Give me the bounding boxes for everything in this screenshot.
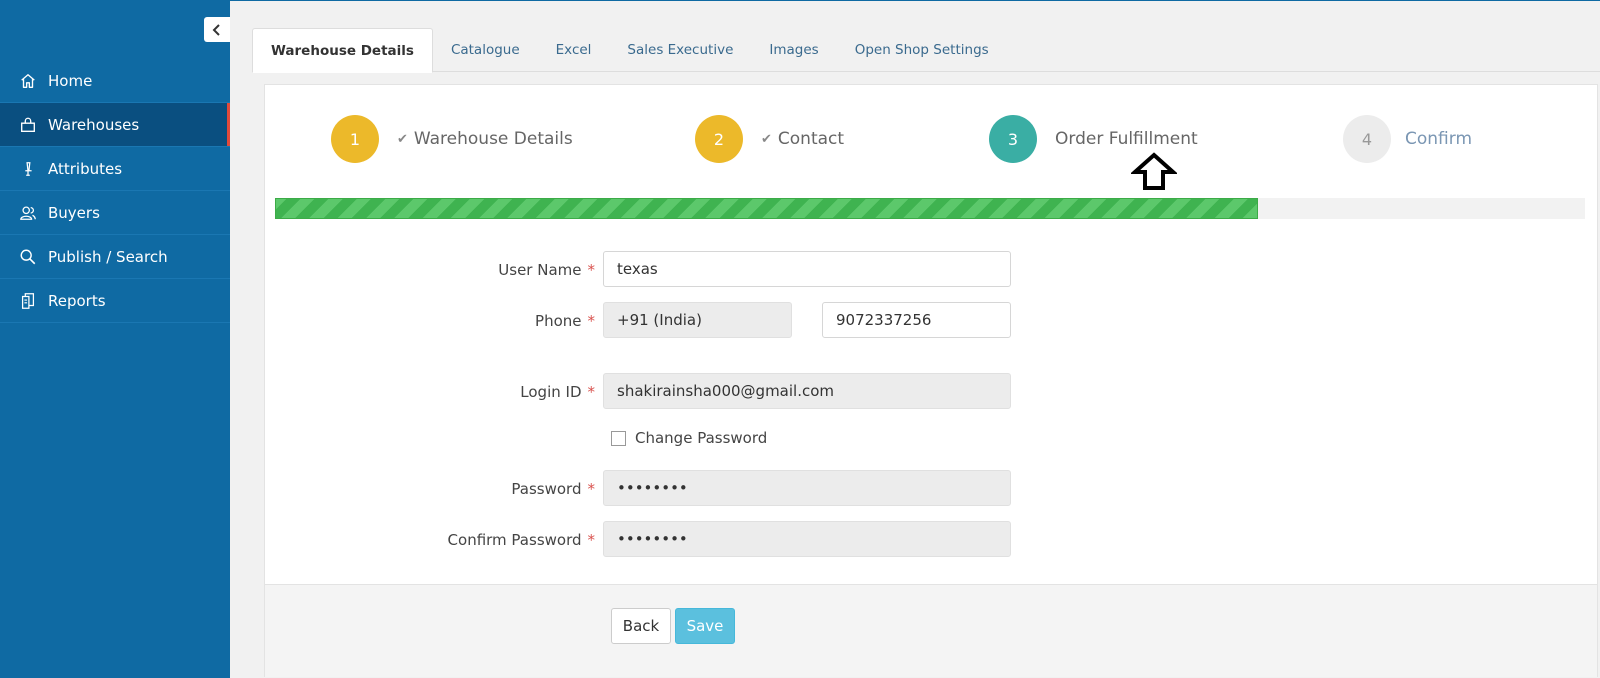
change-password-checkbox[interactable] <box>611 430 626 446</box>
sidebar-collapse-button[interactable] <box>204 17 230 42</box>
sidebar-item-attributes[interactable]: Attributes <box>0 147 230 191</box>
progress-fill <box>275 198 1258 219</box>
search-icon <box>18 247 38 267</box>
sidebar-item-reports[interactable]: Reports <box>0 279 230 323</box>
tab-sales-executive[interactable]: Sales Executive <box>609 28 751 72</box>
tab-excel[interactable]: Excel <box>538 28 610 72</box>
sidebar-item-label: Warehouses <box>48 115 140 134</box>
sidebar-item-label: Home <box>48 71 93 90</box>
chevron-left-icon <box>212 23 220 36</box>
change-password-label: Change Password <box>635 429 768 447</box>
wizard-panel: 1 ✔ Warehouse Details 2 ✔ Contact 3 Order … <box>264 84 1598 677</box>
home-icon <box>18 71 38 91</box>
wizard-progress-bar <box>275 198 1585 219</box>
password-field[interactable]: •••••••• <box>603 470 1011 506</box>
up-arrow-icon <box>1131 152 1177 190</box>
sidebar-item-label: Reports <box>48 291 106 310</box>
step-number: 3 <box>989 115 1037 163</box>
save-button[interactable]: Save <box>675 608 735 644</box>
login-id-label: Login ID * <box>520 383 595 401</box>
phone-label: Phone * <box>535 312 595 330</box>
step-label: Confirm <box>1405 129 1473 149</box>
tab-catalogue[interactable]: Catalogue <box>433 28 538 72</box>
sidebar-item-label: Attributes <box>48 159 123 178</box>
step-label: Contact <box>777 129 845 149</box>
change-password-row: Change Password <box>611 429 767 447</box>
step-label: Order Fulfillment <box>1055 129 1198 149</box>
sidebar: Home Warehouses Attributes Buyers Publis… <box>0 0 230 678</box>
sidebar-item-buyers[interactable]: Buyers <box>0 191 230 235</box>
wizard-step-4[interactable]: 4 Confirm <box>1343 115 1472 163</box>
step-number: 1 <box>331 115 379 163</box>
phone-number-field[interactable]: 9072337256 <box>822 302 1011 338</box>
tab-warehouse-details[interactable]: Warehouse Details <box>252 28 433 73</box>
tab-open-shop-settings[interactable]: Open Shop Settings <box>837 28 1007 72</box>
confirm-password-field[interactable]: •••••••• <box>603 521 1011 557</box>
step-number: 2 <box>695 115 743 163</box>
confirm-password-label: Confirm Password * <box>447 531 595 549</box>
user-name-label: User Name * <box>498 261 595 279</box>
sidebar-item-label: Buyers <box>48 203 100 222</box>
check-icon: ✔ <box>761 131 772 147</box>
users-icon <box>18 203 38 223</box>
password-label: Password * <box>511 480 595 498</box>
user-name-field[interactable]: texas <box>603 251 1011 287</box>
check-icon: ✔ <box>397 131 408 147</box>
sidebar-item-label: Publish / Search <box>48 247 168 266</box>
sidebar-nav: Home Warehouses Attributes Buyers Publis… <box>0 59 230 323</box>
step-label: Warehouse Details <box>413 129 573 149</box>
tab-images[interactable]: Images <box>751 28 836 72</box>
wizard-step-2[interactable]: 2 ✔ Contact <box>695 115 844 163</box>
main-content: Warehouse Details Catalogue Excel Sales … <box>230 0 1600 678</box>
form-footer: Back Save <box>265 584 1597 677</box>
pencil-icon <box>18 159 38 179</box>
sidebar-item-warehouses[interactable]: Warehouses <box>0 103 230 147</box>
documents-icon <box>18 291 38 311</box>
sidebar-item-publish-search[interactable]: Publish / Search <box>0 235 230 279</box>
back-button[interactable]: Back <box>611 608 671 644</box>
phone-country-select[interactable]: +91 (India) <box>603 302 792 338</box>
wizard-step-1[interactable]: 1 ✔ Warehouse Details <box>331 115 573 163</box>
tab-bar: Warehouse Details Catalogue Excel Sales … <box>252 28 1600 73</box>
shopping-bag-icon <box>18 115 38 135</box>
step-number: 4 <box>1343 115 1391 163</box>
sidebar-item-home[interactable]: Home <box>0 59 230 103</box>
login-id-field[interactable]: shakirainsha000@gmail.com <box>603 373 1011 409</box>
